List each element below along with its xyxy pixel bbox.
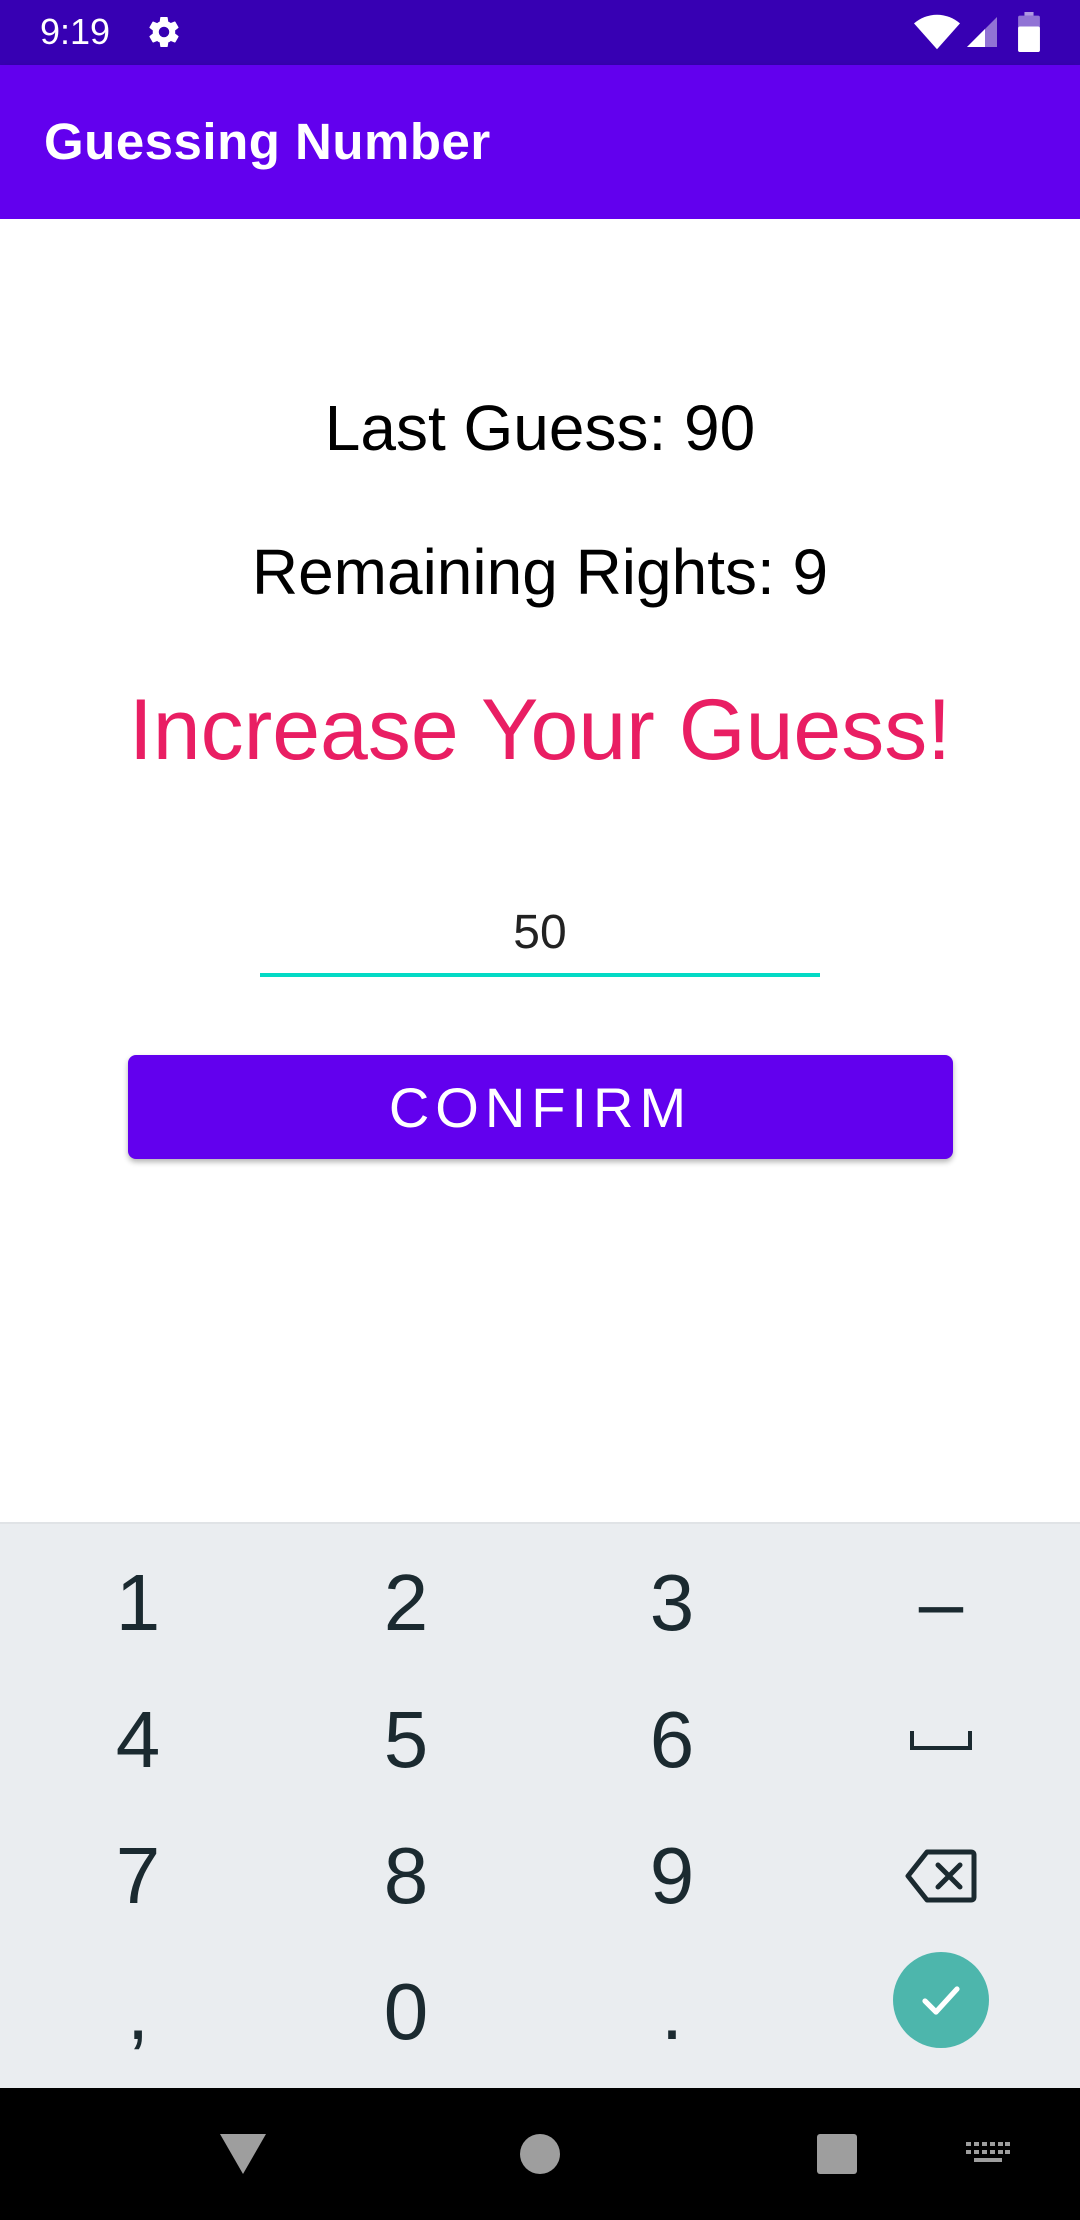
- navigation-bar: [0, 2088, 1080, 2220]
- key-4[interactable]: 4: [3, 1672, 273, 1808]
- key-1[interactable]: 1: [3, 1535, 273, 1671]
- check-icon: [922, 1986, 960, 2015]
- home-icon: [520, 2134, 560, 2174]
- key-6[interactable]: 6: [537, 1672, 807, 1808]
- key-2[interactable]: 2: [271, 1535, 541, 1671]
- recents-icon: [817, 2134, 857, 2174]
- status-bar: 9:19: [0, 0, 1080, 65]
- hint-text: Increase Your Guess!: [128, 682, 952, 778]
- keyboard-switch-icon: [966, 2142, 1010, 2162]
- key-3[interactable]: 3: [537, 1535, 807, 1671]
- key-0[interactable]: 0: [271, 1944, 541, 2080]
- key-5[interactable]: 5: [271, 1672, 541, 1808]
- backspace-icon: [905, 1849, 977, 1903]
- numeric-keyboard: 1 2 3 – 4 5 6 7 8 9 , 0 .: [0, 1522, 1080, 2088]
- nav-keyboard-switch[interactable]: [938, 2088, 1038, 2220]
- key-minus[interactable]: –: [806, 1535, 1076, 1671]
- key-9[interactable]: 9: [537, 1808, 807, 1944]
- gear-icon: [149, 17, 179, 48]
- back-icon: [220, 2134, 266, 2174]
- app-title: Guessing Number: [44, 113, 491, 170]
- nav-home[interactable]: [490, 2088, 590, 2220]
- key-comma[interactable]: ,: [3, 1944, 273, 2080]
- game-screen: Last Guess: 90 Remaining Rights: 9 Incre…: [0, 219, 1080, 1522]
- last-guess-text: Last Guess: 90: [324, 392, 756, 464]
- nav-recents[interactable]: [787, 2088, 887, 2220]
- status-time: 9:19: [40, 11, 111, 52]
- key-7[interactable]: 7: [3, 1808, 273, 1944]
- confirm-button[interactable]: CONFIRM: [128, 1055, 953, 1159]
- space-icon: [910, 1731, 972, 1750]
- done-button[interactable]: [893, 1952, 989, 2048]
- key-done[interactable]: [806, 1932, 1076, 2068]
- key-8[interactable]: 8: [271, 1808, 541, 1944]
- remaining-rights-text: Remaining Rights: 9: [251, 536, 829, 608]
- signal-icon: [967, 17, 997, 47]
- app-bar: Guessing Number: [0, 65, 1080, 219]
- wifi-icon: [914, 14, 960, 50]
- key-space[interactable]: [806, 1672, 1076, 1808]
- key-dot[interactable]: .: [537, 1944, 807, 2080]
- battery-icon: [1018, 12, 1040, 52]
- nav-back[interactable]: [193, 2088, 293, 2220]
- key-backspace[interactable]: [806, 1808, 1076, 1944]
- guess-input[interactable]: [260, 891, 820, 977]
